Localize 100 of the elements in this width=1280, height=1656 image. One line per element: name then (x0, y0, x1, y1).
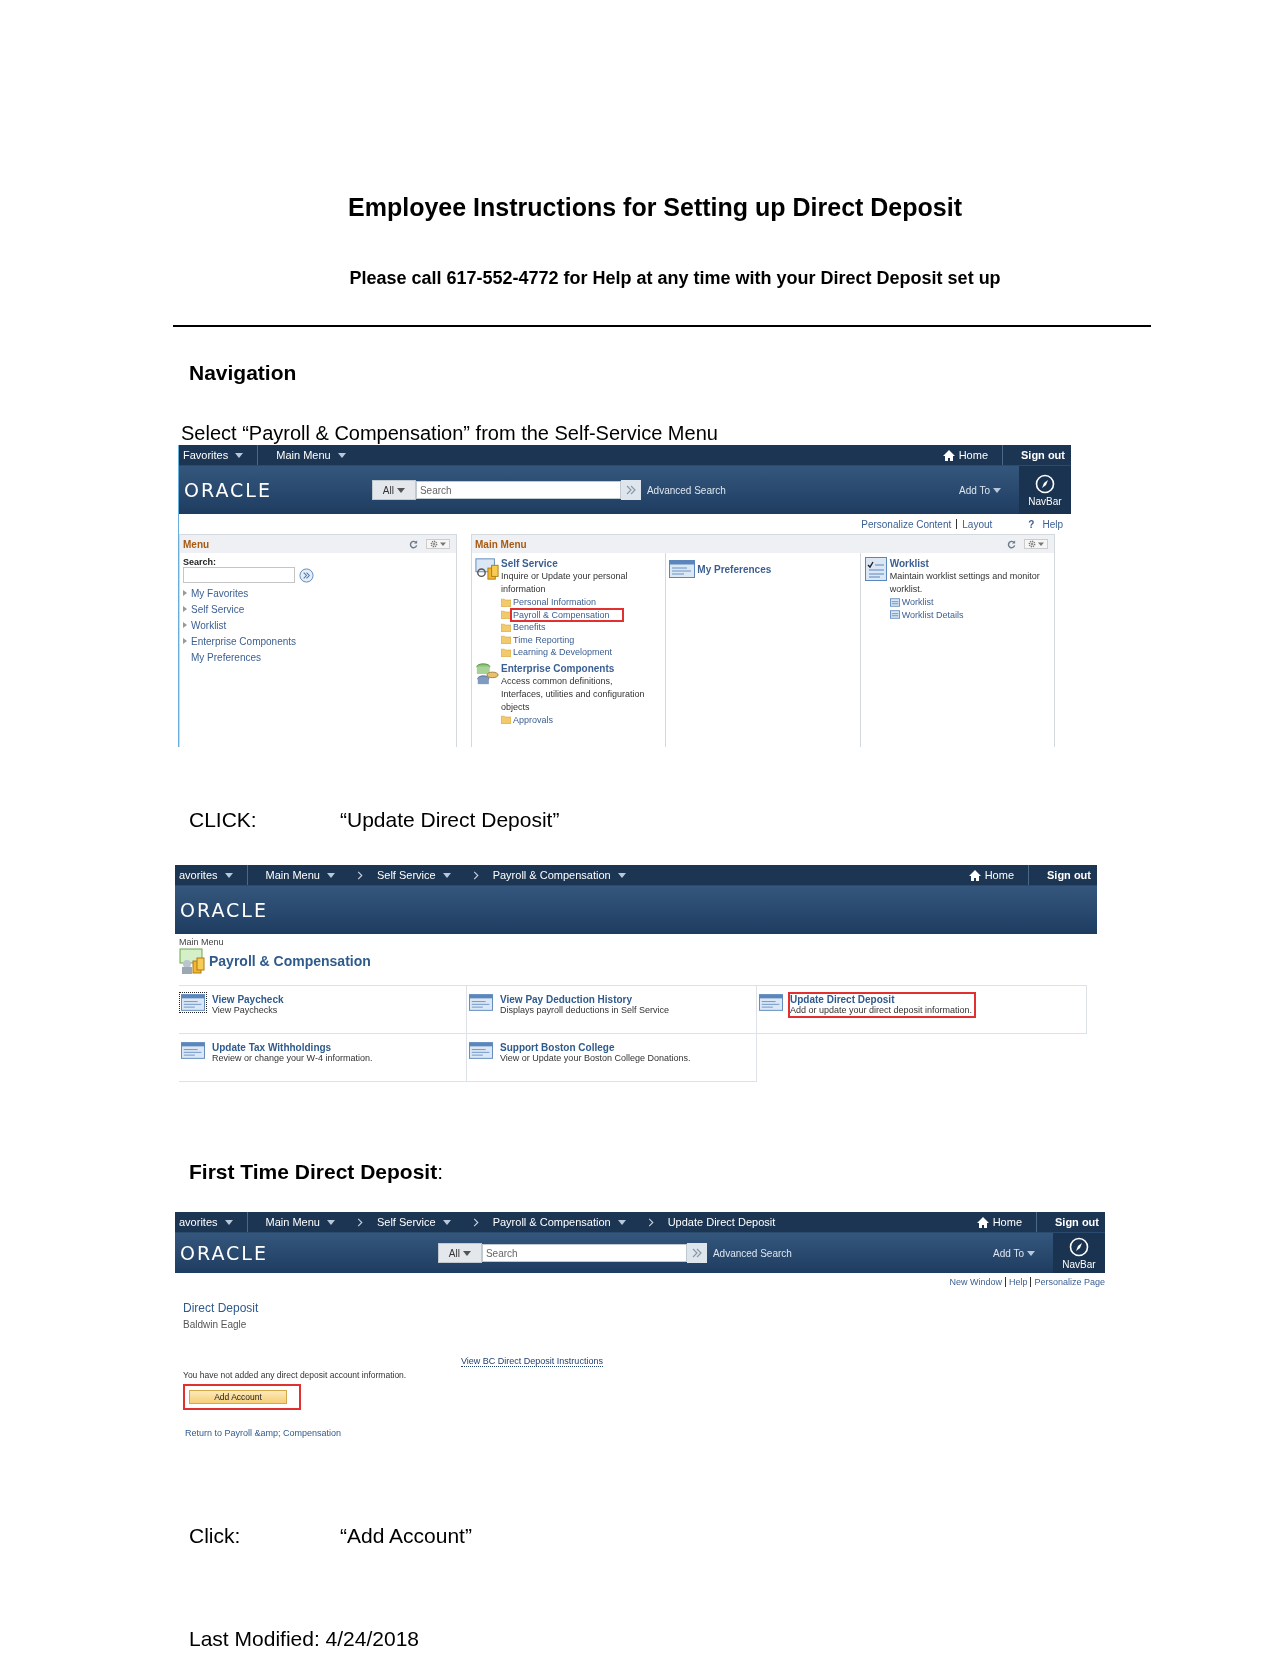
search-field[interactable]: Search (481, 1244, 687, 1262)
menu-link[interactable]: Learning & Development (510, 645, 627, 660)
menu-item[interactable]: Update Direct Deposit (667, 1216, 776, 1228)
layout-link[interactable]: Layout (962, 518, 993, 530)
menu-item[interactable]: Favorites (183, 449, 229, 461)
tile-title[interactable]: Update Tax Withholdings (212, 1042, 373, 1053)
page-link[interactable]: Help (1008, 1277, 1028, 1287)
tile-title[interactable]: Update Direct Deposit (790, 994, 973, 1005)
navbar-button[interactable]: NavBar (1019, 466, 1071, 514)
add-to-menu[interactable]: Add To (959, 484, 990, 496)
menu-item[interactable]: Self Service (376, 1216, 436, 1228)
tile-title[interactable]: View Paycheck (212, 994, 284, 1005)
compass-icon (1035, 473, 1055, 494)
menu-item[interactable]: avorites (179, 1216, 218, 1228)
menu-group-title[interactable]: Self Service (501, 557, 649, 570)
page-icon (759, 994, 783, 1011)
advanced-search-link[interactable]: Advanced Search (646, 484, 726, 496)
menu-link[interactable]: Payroll & Compensation (510, 607, 624, 622)
tile-description: Review or change your W-4 information. (212, 1053, 373, 1063)
message-text: You have not added any direct deposit account information. (183, 1370, 407, 1380)
tile-description: Add or update your direct deposit information. (790, 1005, 973, 1015)
sign-out-link[interactable]: Sign out (1047, 869, 1091, 881)
search-field[interactable]: Search (415, 481, 621, 499)
database-icon (475, 661, 499, 686)
refresh-icon[interactable] (409, 539, 418, 549)
menu-link[interactable]: Self Service (191, 603, 245, 615)
expand-icon[interactable] (183, 606, 187, 612)
menu-item[interactable]: Payroll & Compensation (492, 869, 611, 881)
search-go-icon[interactable] (620, 480, 641, 500)
add-to-menu[interactable]: Add To (993, 1247, 1024, 1259)
navbar-button[interactable]: NavBar (1053, 1233, 1105, 1273)
search-scope-dropdown[interactable]: All (437, 1243, 482, 1263)
menu-item[interactable]: Self Service (376, 869, 436, 881)
settings-dropdown[interactable] (1024, 539, 1048, 549)
expand-icon[interactable] (183, 638, 187, 644)
instruction-target: “Update Direct Deposit” (340, 808, 560, 832)
instructions-link[interactable]: View BC Direct Deposit Instructions (461, 1356, 603, 1367)
menu-tile[interactable]: Support Boston College View or Update your Boston College Donations. (467, 1034, 757, 1082)
menu-link[interactable]: My Preferences (191, 651, 262, 663)
home-link[interactable]: Home (984, 869, 1014, 881)
settings-dropdown[interactable] (426, 539, 450, 549)
menu-group-title[interactable]: Worklist (889, 557, 1050, 570)
expand-icon[interactable] (183, 590, 187, 596)
help-link[interactable]: Help (1042, 518, 1063, 530)
menu-item[interactable]: Main Menu (276, 449, 331, 461)
advanced-search-link[interactable]: Advanced Search (712, 1247, 792, 1259)
tile-description: View Paychecks (212, 1005, 278, 1015)
menu-item[interactable]: Payroll & Compensation (492, 1216, 611, 1228)
sign-out-link[interactable]: Sign out (1055, 1216, 1099, 1228)
compass-icon (1069, 1236, 1089, 1257)
menu-item[interactable]: Main Menu (265, 869, 320, 881)
page-link[interactable]: New Window (949, 1277, 1002, 1287)
return-link[interactable]: Return to Payroll &amp; Compensation (185, 1428, 342, 1438)
menu-link[interactable]: Enterprise Components (191, 635, 297, 647)
menu-tile[interactable]: View Pay Deduction History Displays payroll deductions in Self Service (467, 986, 757, 1034)
chevron-icon (356, 1217, 363, 1227)
checklist-icon (863, 557, 888, 581)
menu-link[interactable]: Personal Information (510, 595, 611, 610)
menu-tile[interactable]: Update Direct Deposit Add or update your direct deposit information. (757, 986, 1087, 1034)
page-icon (889, 610, 900, 620)
expand-icon[interactable] (183, 622, 187, 628)
pagelet-title: Main Menu (475, 538, 527, 550)
menu-group-title[interactable]: Enterprise Components (501, 661, 649, 675)
menu-group-title[interactable]: My Preferences (697, 563, 772, 576)
menu-item[interactable]: Main Menu (265, 1216, 320, 1228)
menu-tile[interactable]: View Paycheck View Paychecks (179, 986, 467, 1034)
sign-out-link[interactable]: Sign out (1021, 449, 1065, 461)
menu-link[interactable]: Worklist Details (898, 607, 978, 622)
menu-link[interactable]: Benefits (510, 620, 560, 635)
logo: ORACLE (180, 1242, 268, 1264)
breadcrumb[interactable]: Main Menu (179, 937, 1093, 947)
page-link[interactable]: Personalize Page (1034, 1277, 1105, 1287)
chevron-icon (472, 1217, 479, 1227)
tile-title[interactable]: View Pay Deduction History (500, 994, 670, 1005)
search-go-icon[interactable] (299, 567, 314, 583)
refresh-icon[interactable] (1007, 539, 1016, 549)
menu-link[interactable]: My Favorites (191, 587, 249, 599)
home-link[interactable]: Home (992, 1216, 1022, 1228)
search-scope-dropdown[interactable]: All (371, 480, 416, 500)
add-account-button[interactable]: Add Account (189, 1390, 287, 1404)
page-title: Direct Deposit (183, 1301, 259, 1315)
search-go-icon[interactable] (686, 1243, 707, 1263)
people-folder-icon (179, 948, 205, 974)
menu-item[interactable]: avorites (179, 869, 218, 881)
caret-icon (1027, 1250, 1035, 1256)
personalize-content-link[interactable]: Personalize Content (861, 518, 952, 530)
employee-name: Baldwin Eagle (183, 1319, 247, 1330)
home-icon (968, 869, 981, 881)
menu-search-field[interactable] (183, 567, 295, 583)
folder-icon (501, 715, 511, 725)
menu-link[interactable]: Worklist (191, 619, 227, 631)
page-title: Payroll & Compensation (209, 953, 371, 969)
home-link[interactable]: Home (958, 449, 988, 461)
document-subtitle: Please call 617-552-4772 for Help at any time with your Direct Deposit set up (348, 267, 1002, 290)
tile-title[interactable]: Support Boston College (500, 1042, 691, 1053)
menu-link[interactable]: Approvals (510, 712, 568, 727)
menu-link[interactable]: Worklist (898, 595, 948, 610)
section-heading: First Time Direct Deposit: (189, 1160, 445, 1184)
menu-tile[interactable]: Update Tax Withholdings Review or change your W-4 information. (179, 1034, 467, 1082)
menu-link[interactable]: Time Reporting (510, 632, 589, 647)
